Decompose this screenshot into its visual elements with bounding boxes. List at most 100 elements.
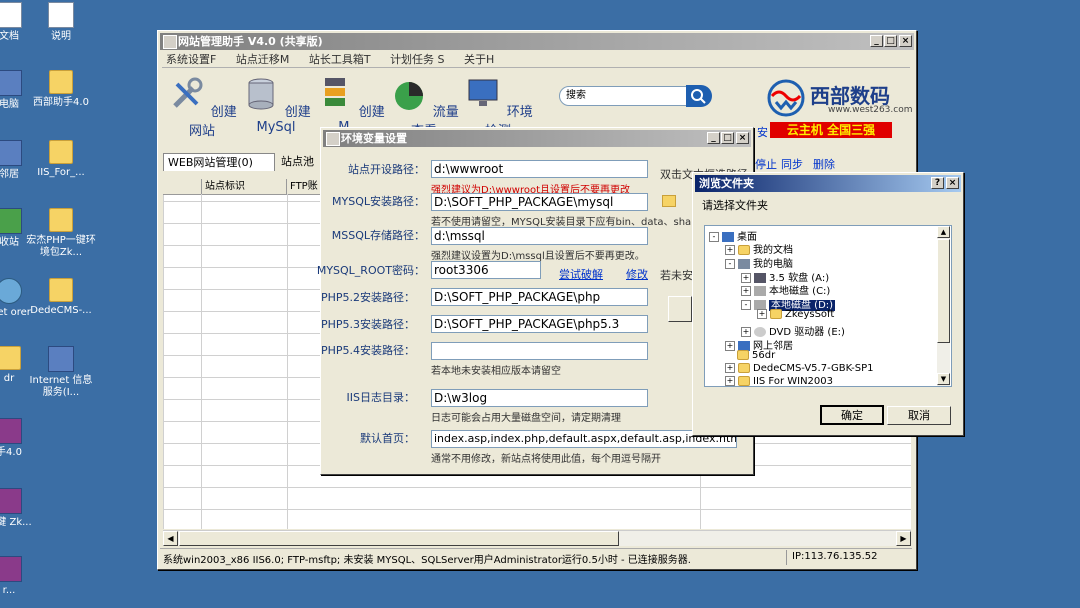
expand-toggle[interactable]: + — [741, 327, 751, 337]
desktop-icon-helper4[interactable]: 手4.0 — [0, 418, 44, 459]
horizontal-scrollbar[interactable]: ◀ ▶ — [163, 530, 911, 546]
desktop-icon-iis-manager[interactable]: Internet 信息服务(I... — [26, 346, 96, 399]
tree-item-my-documents[interactable]: + 我的文档 — [725, 241, 793, 256]
browse-dialog-titlebar[interactable]: 浏览文件夹 ? × — [695, 175, 961, 192]
search-button[interactable] — [686, 85, 712, 107]
tree-item-dedecms[interactable]: + DedeCMS-V5.7-GBK-SP1 — [725, 363, 874, 374]
tree-item-56dr[interactable]: 56dr — [737, 350, 775, 361]
search-input[interactable]: 搜索 — [559, 86, 687, 106]
computer-icon — [0, 70, 22, 96]
php54-path-hint: 若本地未安装相应版本请留空 — [431, 366, 561, 377]
menu-migrate[interactable]: 站点迁移M — [236, 53, 290, 66]
desktop-icon-readme[interactable]: 说明 — [26, 2, 96, 43]
scroll-left-button[interactable]: ◀ — [163, 531, 178, 546]
expand-toggle[interactable]: + — [757, 309, 767, 319]
collapse-toggle[interactable]: - — [709, 232, 719, 242]
expand-toggle[interactable]: + — [725, 363, 735, 373]
iis-log-hint: 日志可能会占用大量磁盘空间，请定期清理 — [431, 413, 621, 424]
action-stop[interactable]: 停止 — [755, 156, 777, 172]
header-site-id-label: 站点标识 — [205, 181, 245, 192]
expand-toggle[interactable]: + — [725, 245, 735, 255]
iis-log-label: IIS日志目录： — [346, 391, 415, 404]
scroll-thumb[interactable] — [937, 239, 950, 343]
scroll-thumb[interactable] — [179, 531, 619, 546]
close-button[interactable]: × — [946, 177, 959, 189]
create-site-button[interactable]: 创建网站 — [167, 72, 237, 139]
brand-slogan[interactable]: 云主机 全国三强 — [770, 122, 892, 138]
desktop-icon-php-env[interactable]: 宏杰PHP一键环境包Zk... — [26, 208, 96, 259]
mysql-path-input[interactable]: D:\SOFT_PHP_PACKAGE\mysql — [431, 193, 648, 211]
desktop-icon-label: 宏杰PHP一键环境包Zk... — [26, 235, 96, 258]
menu-system[interactable]: 系统设置F — [166, 53, 216, 66]
desktop-icon-label: r... — [2, 585, 16, 596]
tree-item-iis-win2003[interactable]: + IIS For WIN2003 — [725, 376, 833, 386]
partial-link[interactable]: 安 — [757, 124, 768, 140]
toolbar-divider — [162, 67, 910, 68]
expand-toggle[interactable]: + — [725, 341, 735, 351]
cancel-button[interactable]: 取消 — [887, 406, 951, 425]
minimize-button[interactable]: _ — [870, 35, 883, 47]
site-path-input[interactable]: d:\wwwroot — [431, 160, 648, 178]
expand-toggle[interactable]: + — [741, 286, 751, 296]
tree-item-my-computer[interactable]: - 我的电脑 — [725, 255, 793, 270]
tree-item-label: DedeCMS-V5.7-GBK-SP1 — [753, 363, 874, 374]
desktop-icon-dedecms[interactable]: DedeCMS-... — [26, 278, 96, 317]
scroll-right-button[interactable]: ▶ — [896, 531, 911, 546]
document-icon — [0, 2, 22, 28]
desktop-icon-r[interactable]: r... — [0, 556, 44, 597]
php53-path-input[interactable]: D:\SOFT_PHP_PACKAGE\php5.3 — [431, 315, 648, 333]
collapse-toggle[interactable]: - — [725, 259, 735, 269]
collapse-toggle[interactable]: - — [741, 300, 751, 310]
scroll-up-button[interactable]: ▲ — [937, 226, 950, 238]
close-button[interactable]: × — [899, 35, 912, 47]
brand-logo[interactable]: 西部数码 www.west263.com — [766, 78, 913, 122]
tab-web-sites[interactable]: WEB网站管理(0) — [163, 153, 275, 171]
grid-col-line — [287, 194, 288, 529]
folder-browse-icon[interactable] — [662, 195, 676, 207]
php52-path-input[interactable]: D:\SOFT_PHP_PACKAGE\php — [431, 288, 648, 306]
browse-prompt: 请选择文件夹 — [702, 199, 768, 212]
action-delete[interactable]: 删除 — [813, 156, 835, 172]
menu-bar: 系统设置F 站点迁移M 站长工具箱T 计划任务 S 关于H — [166, 51, 510, 67]
menu-tools[interactable]: 站长工具箱T — [309, 53, 371, 66]
tree-item-dvd[interactable]: + DVD 驱动器 (E:) — [741, 323, 845, 338]
close-button[interactable]: × — [736, 132, 749, 144]
maximize-button[interactable]: □ — [721, 132, 734, 144]
mssql-path-input[interactable]: d:\mssql — [431, 227, 648, 245]
tree-item-drive-c[interactable]: + 本地磁盘 (C:) — [741, 282, 830, 297]
maximize-button[interactable]: □ — [884, 35, 897, 47]
menu-schedule[interactable]: 计划任务 S — [390, 53, 444, 66]
tree-vertical-scrollbar[interactable]: ▲ ▼ — [937, 226, 950, 386]
wrench-screwdriver-icon — [173, 77, 203, 108]
menu-about[interactable]: 关于H — [464, 53, 494, 66]
side-button[interactable] — [668, 296, 692, 322]
folder-icon — [49, 208, 73, 232]
env-dialog-titlebar[interactable]: 环境变量设置 _ □ × — [323, 130, 751, 147]
modify-link[interactable]: 修改 — [626, 266, 648, 282]
iis-log-input[interactable]: D:\w3log — [431, 389, 648, 407]
ok-button[interactable]: 确定 — [820, 405, 884, 425]
try-crack-link[interactable]: 尝试破解 — [559, 266, 603, 282]
mysql-root-input[interactable]: root3306 — [431, 261, 541, 279]
browse-dialog-title: 浏览文件夹 — [699, 177, 754, 190]
action-sync[interactable]: 同步 — [781, 156, 803, 172]
header-cell-blank — [163, 179, 202, 194]
php54-path-input[interactable] — [431, 342, 648, 360]
php53-path-label: PHP5.3安装路径： — [320, 318, 415, 331]
app-icon — [326, 132, 340, 146]
help-button[interactable]: ? — [931, 177, 944, 189]
archive-icon — [0, 556, 22, 582]
scroll-down-button[interactable]: ▼ — [937, 373, 950, 385]
create-mysql-button[interactable]: 创建MySql — [241, 72, 311, 138]
minimize-button[interactable]: _ — [707, 132, 720, 144]
main-window-titlebar[interactable]: 网站管理助手 V4.0 (共享版) _ □ × — [160, 33, 914, 50]
not-installed-hint: 若未安 — [660, 269, 693, 282]
expand-toggle[interactable]: + — [725, 376, 735, 386]
tree-item-zkeyssoft[interactable]: + ZkeysSoft — [757, 309, 834, 320]
desktop-icon-iis[interactable]: IIS_For_... — [26, 140, 96, 179]
header-cell-site-id[interactable]: 站点标识 — [201, 179, 287, 194]
desktop-icon-west-helper[interactable]: 西部助手4.0 — [26, 70, 96, 109]
folder-tree[interactable]: - 桌面 + 我的文档 - 我的电脑 +3.5 软盘 (A:) + 本地磁盘 (C:) … — [704, 225, 952, 387]
desktop-icon-onekey[interactable]: 一键 Zk... — [0, 488, 44, 529]
search-icon — [691, 89, 706, 104]
